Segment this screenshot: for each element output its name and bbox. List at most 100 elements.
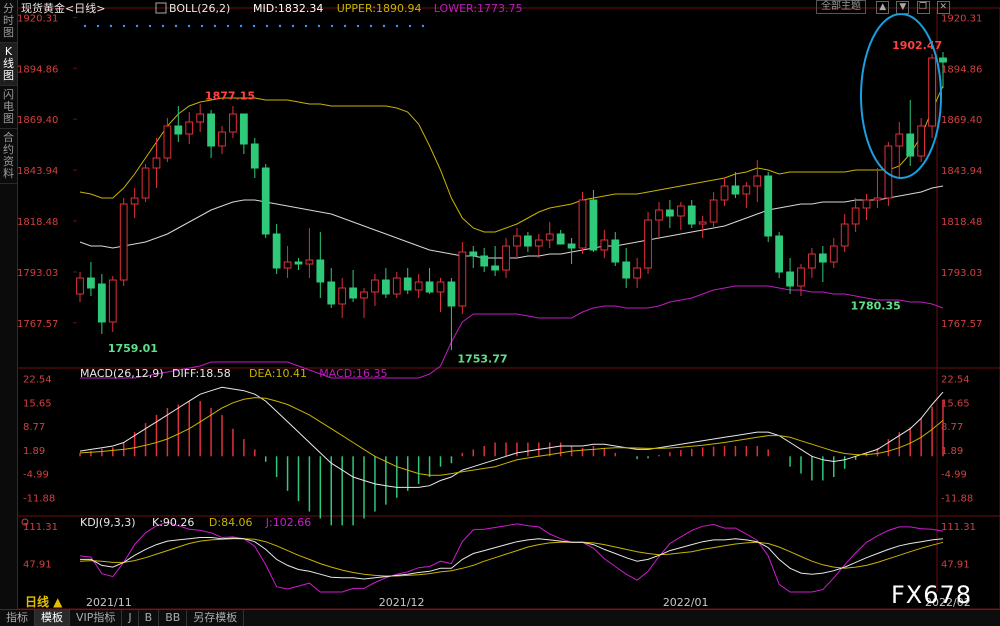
candle-up	[141, 167, 150, 199]
candle-up	[196, 113, 205, 123]
boll-legend-lower: LOWER:1773.75	[434, 2, 523, 15]
kdj-legend-k: K:90.26	[152, 516, 194, 529]
boll-legend-mid: MID:1832.34	[253, 2, 323, 15]
candle-down	[764, 175, 773, 237]
candle-up	[229, 113, 237, 133]
period-label: 日线 ▲	[25, 594, 63, 609]
price-annotation: 1877.15	[205, 90, 255, 103]
chart-area: 1920.31 1920.31 1894.86 1894.86 1869.40 1869.…	[17, 1, 1000, 609]
toolbar-restore-icon[interactable]: ❐	[916, 1, 930, 14]
price-axis-tick-right: 1869.40	[941, 115, 982, 126]
candle-down	[381, 279, 390, 295]
marker-dot	[252, 24, 256, 28]
marker-dot	[382, 24, 386, 28]
tab-flash-chart[interactable]: 闪电图	[0, 86, 17, 129]
candle-down	[97, 283, 106, 323]
tab-bb[interactable]: BB	[159, 610, 188, 626]
marker-dot	[200, 24, 204, 28]
kdj-k-line	[80, 537, 944, 580]
tab-b[interactable]: B	[139, 610, 160, 626]
candle-up	[829, 245, 838, 263]
x-axis-label: 2021/11	[86, 596, 132, 609]
theme-selector[interactable]: 全部主题	[816, 0, 866, 14]
price-axis-tick-left: 1920.31	[17, 13, 58, 24]
candle-up	[753, 175, 762, 187]
candle-up	[578, 199, 587, 249]
toolbar-up-icon[interactable]: ▲	[876, 1, 890, 14]
candle-down	[775, 235, 784, 273]
macd-dea-line	[79, 397, 944, 476]
macd-axis-tick-left: 1.89	[23, 446, 45, 457]
price-axis-tick-left: 1869.40	[17, 115, 58, 126]
candle-down	[469, 251, 478, 257]
macd-diff-line	[79, 386, 944, 488]
candle-down	[939, 57, 947, 63]
candle-down	[906, 133, 915, 157]
x-axis-label: 2022/01	[663, 596, 709, 609]
candle-down	[403, 277, 412, 291]
candle-down	[687, 205, 696, 225]
toolbar-close-icon[interactable]: ✕	[936, 1, 950, 14]
candle-up	[458, 251, 467, 307]
candle-up	[600, 239, 609, 251]
candle-up	[840, 223, 849, 247]
tab-contract-info[interactable]: 合约资料	[0, 129, 17, 184]
candle-up	[676, 205, 685, 217]
tab-kline-chart[interactable]: K线图	[0, 43, 17, 86]
candle-down	[239, 113, 248, 145]
candle-up	[545, 233, 554, 241]
marker-dot	[343, 24, 347, 28]
candle-down	[818, 253, 827, 263]
macd-indicator-label: MACD(26,12,9)	[80, 367, 164, 380]
macd-axis-tick-left: 22.54	[23, 374, 52, 385]
candle-up	[305, 259, 314, 265]
candle-up	[283, 261, 292, 269]
tab-timeshare-chart[interactable]: 分时图	[0, 0, 17, 43]
macd-axis-tick-left: -11.88	[23, 493, 55, 504]
candle-down	[622, 261, 631, 279]
tab-templates[interactable]: 模板	[35, 610, 70, 626]
candle-down	[786, 271, 794, 287]
macd-legend-macd: MACD:16.35	[319, 367, 387, 380]
candle-up	[152, 157, 161, 169]
candle-down	[480, 255, 489, 267]
candle-up	[185, 121, 194, 135]
candle-down	[567, 243, 576, 249]
toolbar-down-icon[interactable]: ▼	[896, 1, 910, 14]
candle-down	[261, 167, 270, 235]
sidebar: 分时图 K线图 闪电图 合约资料	[0, 0, 18, 625]
marker-dot	[291, 24, 295, 28]
bottom-tab-bar: 指标 模板 VIP指标 J B BB 另存模板	[0, 609, 1000, 626]
candle-down	[174, 125, 183, 135]
candle-up	[163, 125, 172, 159]
kdj-d-line	[79, 538, 944, 577]
candle-up	[338, 287, 347, 305]
tab-j[interactable]: J	[122, 610, 139, 626]
macd-axis-tick-right: 15.65	[941, 398, 970, 409]
kdj-axis-tick-left: 111.31	[23, 522, 58, 533]
tab-indicators[interactable]: 指标	[0, 610, 35, 626]
candle-up	[633, 267, 642, 279]
marker-dot	[369, 24, 373, 28]
instrument-title: 现货黄金<日线>	[21, 1, 105, 15]
macd-axis-tick-left: 15.65	[23, 398, 52, 409]
tab-vip-indicators[interactable]: VIP指标	[70, 610, 123, 626]
candle-up	[392, 277, 401, 295]
kdj-j-line	[79, 521, 944, 593]
watermark-text: FX678	[891, 581, 972, 609]
price-annotation: 1780.35	[851, 299, 901, 312]
candle-up	[76, 277, 84, 295]
marker-dot	[356, 24, 360, 28]
macd-axis-tick-right: 22.54	[941, 374, 970, 385]
marker-dot	[226, 24, 230, 28]
kdj-indicator-label: KDJ(9,3,3)	[80, 516, 136, 529]
marker-dot	[239, 24, 243, 28]
candle-up	[371, 279, 379, 293]
candle-down	[316, 259, 325, 283]
marker-dot	[109, 24, 113, 28]
price-axis-tick-right: 1818.48	[941, 217, 982, 228]
tab-save-template[interactable]: 另存模板	[187, 610, 245, 626]
candle-down	[589, 199, 598, 251]
price-axis-tick-left: 1843.94	[17, 166, 58, 177]
kdj-legend-j: J:102.66	[265, 516, 311, 529]
